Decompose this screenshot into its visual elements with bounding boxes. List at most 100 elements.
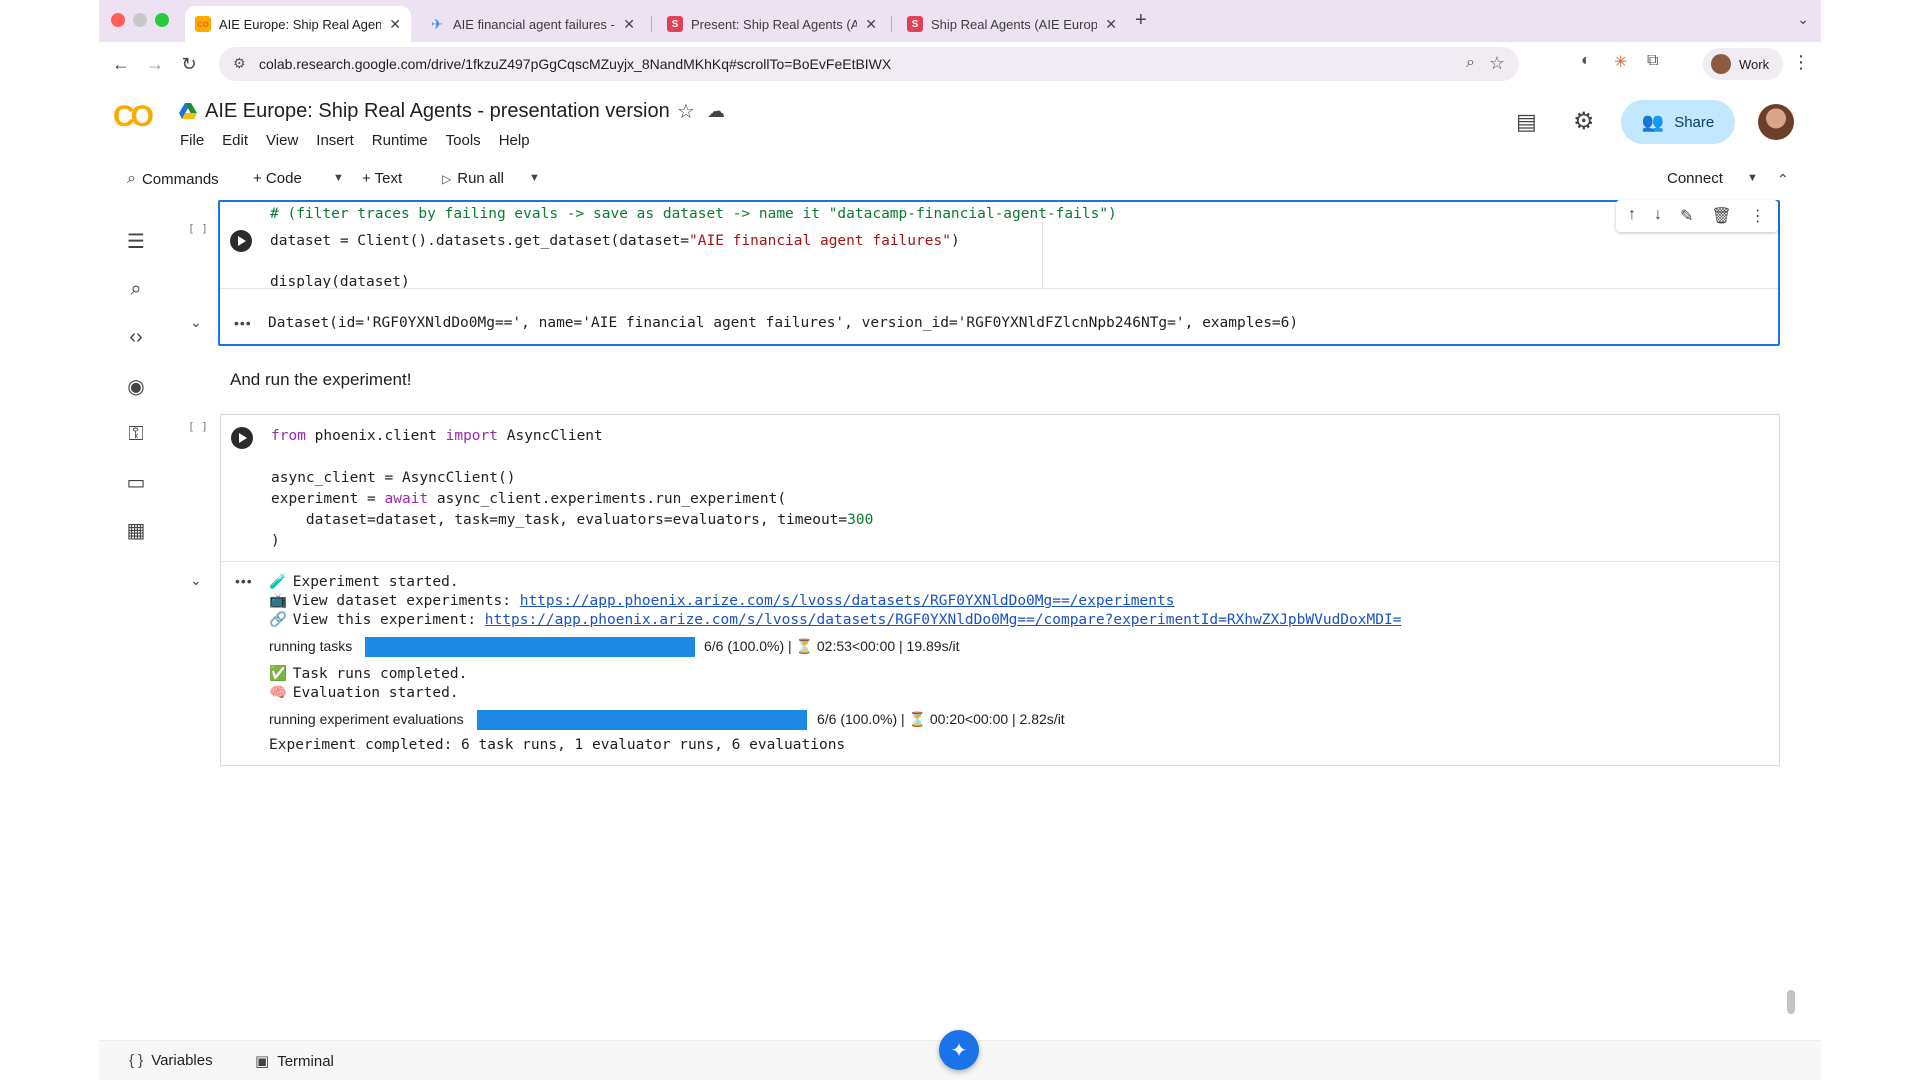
bookmark-star-icon[interactable]: ☆ — [1489, 53, 1505, 74]
reload-button[interactable]: ↻ — [177, 52, 201, 76]
close-icon[interactable]: ✕ — [1105, 16, 1117, 33]
close-icon[interactable]: ✕ — [623, 16, 635, 33]
terminal-button[interactable]: ▣ Terminal — [255, 1052, 334, 1071]
code-snippets-icon[interactable]: ‹› — [124, 325, 148, 349]
cloud-saved-icon[interactable]: ☁ — [707, 101, 725, 122]
commands-button[interactable]: ⌕ Commands — [127, 170, 219, 188]
dataset-experiments-link[interactable]: https://app.phoenix.arize.com/s/lvoss/da… — [520, 593, 1175, 609]
menu-view[interactable]: View — [266, 132, 298, 149]
zoom-icon[interactable]: ⌕ — [1466, 54, 1475, 72]
run-cell-button[interactable] — [230, 230, 252, 252]
url-text[interactable]: colab.research.google.com/drive/1fkzuZ49… — [259, 56, 891, 72]
colab-logo[interactable]: CO — [113, 100, 154, 134]
share-button[interactable]: 👥 Share — [1621, 100, 1735, 144]
variables-button[interactable]: { } Variables — [129, 1052, 213, 1069]
outer-background-left — [0, 0, 99, 1080]
site-settings-icon[interactable]: ⚙ — [233, 55, 246, 72]
run-all-button[interactable]: ▷ Run all — [442, 170, 504, 187]
connect-button[interactable]: Connect — [1667, 170, 1723, 187]
gear-icon[interactable]: ⚙ — [1573, 107, 1595, 136]
collapse-output-chevron-icon[interactable]: ⌄ — [190, 572, 202, 589]
google-drive-icon[interactable] — [179, 103, 197, 119]
chevron-down-icon[interactable]: ▼ — [1747, 172, 1758, 184]
run-cell-button[interactable] — [231, 427, 253, 449]
tab-colab-notebook[interactable]: co AIE Europe: Ship Real Agents ✕ — [185, 6, 411, 42]
back-button[interactable]: ← — [109, 52, 133, 76]
output-evaluation-started: 🧠 Evaluation started. — [269, 684, 459, 701]
check-icon: ✅ — [269, 666, 288, 682]
cell-execution-count: [ ] — [188, 420, 208, 433]
forward-button[interactable]: → — [143, 52, 167, 76]
add-text-button[interactable]: + Text — [362, 170, 402, 187]
notebook-title[interactable]: AIE Europe: Ship Real Agents - presentat… — [205, 100, 670, 123]
zoom-window-button[interactable] — [155, 13, 169, 27]
phoenix-icon: ✈ — [431, 15, 443, 32]
code-line-import[interactable]: from phoenix.client import AsyncClient — [271, 428, 603, 444]
find-replace-icon[interactable]: ⌕ — [124, 277, 148, 301]
menu-edit[interactable]: Edit — [222, 132, 248, 149]
extension-icon[interactable]: ◐ — [1581, 52, 1591, 70]
table-of-contents-icon[interactable]: ☰ — [124, 229, 148, 253]
gemini-sparkle-button[interactable]: ✦ — [939, 1030, 979, 1070]
close-icon[interactable]: ✕ — [389, 16, 401, 33]
menu-file[interactable]: File — [180, 132, 204, 149]
experiment-compare-link[interactable]: https://app.phoenix.arize.com/s/lvoss/da… — [485, 612, 1402, 628]
profile-button[interactable]: Work — [1703, 48, 1783, 80]
chevron-down-icon[interactable]: ▼ — [333, 172, 344, 184]
omnibox[interactable]: ⚙ colab.research.google.com/drive/1fkzuZ… — [219, 47, 1519, 81]
view-experiment-label: View this experiment: — [292, 612, 485, 628]
code-keyword: await — [384, 491, 429, 507]
code-segment: async_client.experiments.run_experiment( — [428, 491, 787, 507]
profile-avatar — [1711, 54, 1731, 74]
code-line-experiment[interactable]: experiment = await async_client.experime… — [271, 491, 786, 507]
comment-icon[interactable]: ▤ — [1516, 109, 1537, 135]
folder-icon[interactable]: ▭ — [124, 470, 148, 494]
menu-runtime[interactable]: Runtime — [372, 132, 428, 149]
search-icon: ⌕ — [127, 170, 136, 187]
secrets-eye-icon[interactable]: ◉ — [124, 374, 148, 398]
menu-tools[interactable]: Tools — [446, 132, 481, 149]
claude-extension-icon[interactable]: ✳ — [1614, 52, 1627, 72]
code-line-arguments[interactable]: dataset=dataset, task=my_task, evaluator… — [271, 512, 873, 528]
tab-phoenix-dataset[interactable]: ✈ AIE financial agent failures - D ✕ — [419, 6, 645, 42]
markdown-text: And run the experiment! — [230, 370, 412, 389]
menu-insert[interactable]: Insert — [316, 132, 354, 149]
extensions-puzzle-icon[interactable]: ⧉ — [1647, 52, 1658, 70]
add-text-label: + Text — [362, 170, 403, 187]
key-icon[interactable]: ⚿ — [124, 422, 148, 446]
output-menu-icon[interactable]: ••• — [235, 573, 253, 589]
more-options-icon[interactable]: ⋮ — [1750, 206, 1766, 226]
add-code-button[interactable]: + Code — [253, 170, 302, 187]
minimize-window-button[interactable] — [133, 13, 147, 27]
browser-menu-icon[interactable]: ⋮ — [1792, 52, 1810, 73]
code-line-close-paren[interactable]: ) — [271, 533, 280, 549]
progress-stats: 6/6 (100.0%) | ⏳ 00:20<00:00 | 2.82s/it — [817, 711, 1065, 727]
delete-icon[interactable]: 🗑 — [1711, 206, 1731, 226]
code-keyword: import — [445, 428, 498, 444]
scrollbar-thumb[interactable] — [1787, 990, 1795, 1014]
code-line-async-client[interactable]: async_client = AsyncClient() — [271, 470, 515, 486]
output-menu-icon[interactable]: ••• — [234, 315, 252, 331]
move-up-icon[interactable]: ↑ — [1628, 206, 1636, 226]
tab-search-chevron-icon[interactable]: ⌄ — [1797, 11, 1809, 28]
user-avatar[interactable] — [1758, 104, 1794, 140]
close-window-button[interactable] — [111, 13, 125, 27]
data-table-icon[interactable]: ▦ — [124, 518, 148, 542]
chevron-up-icon[interactable]: ⌃ — [1777, 171, 1789, 188]
colab-logo-text: CO — [113, 100, 154, 133]
code-cell-get-dataset[interactable]: # (filter traces by failing evals -> sav… — [218, 200, 1780, 346]
tab-present-slides[interactable]: S Present: Ship Real Agents (AI ✕ — [657, 6, 887, 42]
chevron-down-icon[interactable]: ▼ — [529, 172, 540, 184]
code-keyword: from — [271, 428, 306, 444]
edit-icon[interactable]: ✎ — [1680, 206, 1693, 226]
move-down-icon[interactable]: ↓ — [1654, 206, 1662, 226]
code-cell-run-experiment[interactable]: from phoenix.client import AsyncClient a… — [220, 414, 1780, 766]
tab-slides-deck[interactable]: S Ship Real Agents (AIE Europe ✕ — [897, 6, 1127, 42]
task-done-text: Task runs completed. — [292, 666, 468, 682]
star-icon[interactable]: ☆ — [677, 99, 695, 124]
menu-help[interactable]: Help — [499, 132, 530, 149]
collapse-output-chevron-icon[interactable]: ⌄ — [190, 314, 202, 331]
new-tab-button[interactable]: + — [1135, 9, 1147, 32]
close-icon[interactable]: ✕ — [865, 16, 877, 33]
code-line-get-dataset[interactable]: dataset = Client().datasets.get_dataset(… — [270, 233, 960, 249]
